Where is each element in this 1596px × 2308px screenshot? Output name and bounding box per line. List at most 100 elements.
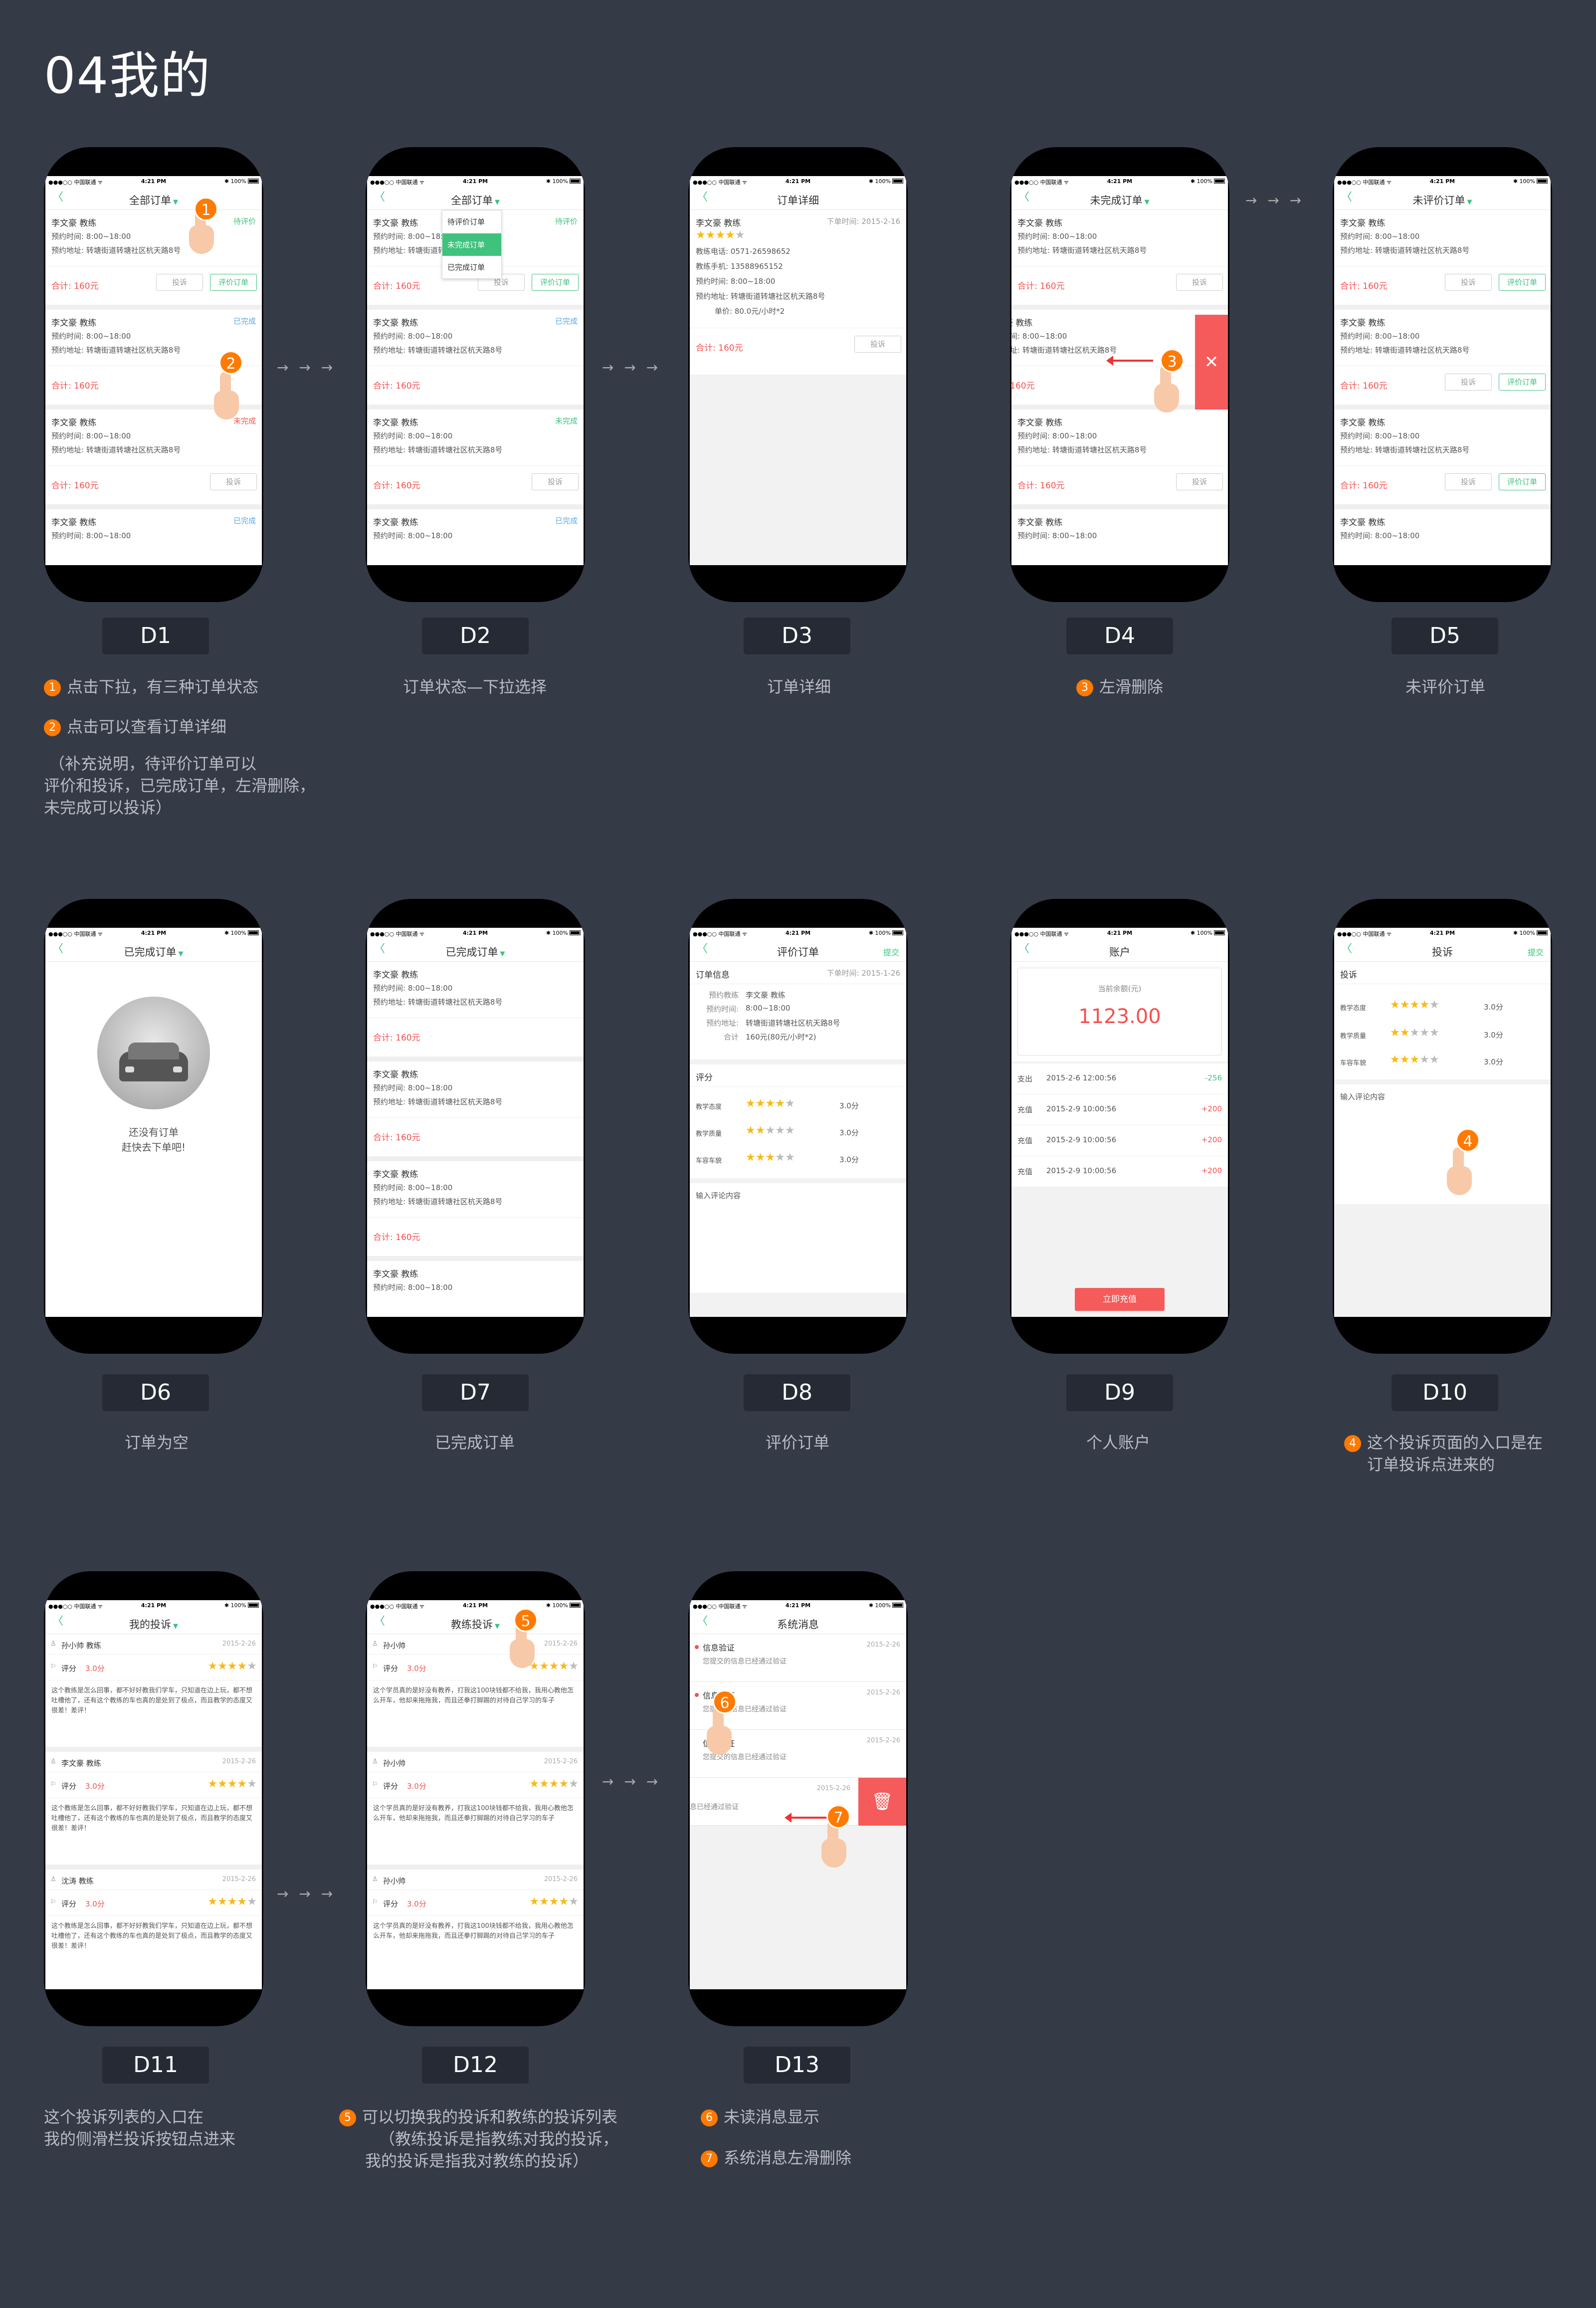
phone-d3: ●●●○○ 中国联通 ᯤ 4:21 PM ✱ 100% 〈订单详细 李文豪 教练 下…: [688, 147, 908, 602]
order-card[interactable]: 李文豪 教练 预约时间: 8:00~18:00 预约地址: 转塘街道转塘社区杭天路8…: [367, 1161, 584, 1261]
nav-title-dropdown[interactable]: 我的投诉 ▼: [45, 1617, 262, 1632]
complaint-item[interactable]: ♙ 沈涛 教练 2015-2-26 ⚐ 评分 3.0分 ★★★★★ 这个教练是怎么回事，…: [45, 1870, 262, 1987]
topup-button[interactable]: 立即充值: [1075, 1288, 1165, 1311]
order-card[interactable]: 李文豪 教练 预约时间: 8:00~18:00: [367, 1261, 584, 1317]
phone-d7: ●●●○○ 中国联通 ᯤ 4:21 PM ✱ 100% 〈已完成订单 ▼ 李文豪 教练…: [366, 899, 585, 1354]
complain-button[interactable]: 投诉: [854, 336, 901, 353]
complaint-item[interactable]: ♙ 孙小帅 教练 2015-2-26 ⚐ 评分 3.0分 ★★★★★ 这个教练是怎么回事…: [45, 1634, 262, 1752]
screen-label: D12: [422, 2047, 529, 2084]
caret-down-icon: ▼: [178, 950, 184, 958]
comment-input[interactable]: 输入评论内容: [690, 1183, 906, 1293]
description-d13: 6 未读消息显示 7 系统消息左滑删除: [701, 2106, 851, 2169]
step-badge: 7: [826, 1805, 850, 1829]
order-card[interactable]: 李文豪 教练 预约时间: 8:00~18:00 预约地址: 转塘街道转塘社区杭天路8…: [367, 962, 584, 1061]
status-bar: ●●●○○ 中国联通 ᯤ 4:21 PM ✱ 100%: [367, 176, 584, 186]
order-info-section: 订单信息 下单时间: 2015-1-26 预约教练 李文豪 教练 预约时间: 8:0…: [690, 962, 906, 1059]
complaint-item[interactable]: ♙ 李文豪 教练 2015-2-26 ⚐ 评分 3.0分 ★★★★★ 这个教练是怎么回事…: [45, 1752, 262, 1870]
complaint-item[interactable]: ♙ 孙小帅 2015-2-26 ⚐ 评分 3.0分 ★★★★★ 这个学员真的是好没有教养…: [367, 1752, 584, 1870]
nav-title-dropdown[interactable]: 教练投诉 ▼: [367, 1617, 584, 1632]
order-card[interactable]: 李文豪 教练 未完成 预约时间: 8:00~18:00 预约地址: 转塘街道转塘社区杭…: [45, 410, 262, 509]
complain-button[interactable]: 投诉: [1176, 473, 1223, 490]
dropdown-option-selected[interactable]: 未完成订单: [442, 233, 501, 256]
rating-stars-car[interactable]: ★★★★★: [1390, 1053, 1439, 1066]
order-card[interactable]: 李文豪 教练 已完成 预约时间: 8:00~18:00 预约地址: 转塘街道转塘社区杭…: [367, 310, 584, 410]
delete-action-button[interactable]: ✕: [1195, 315, 1228, 410]
status-bar: ●●●○○ 中国联通 ᯤ 4:21 PM ✱ 100%: [690, 176, 906, 186]
review-button[interactable]: 评价订单: [1499, 473, 1546, 490]
order-card[interactable]: 李文豪 教练 预约时间: 8:00~18:00 预约地址: 转塘街道转塘社区杭天路8…: [1011, 210, 1228, 310]
rating-stars: ★★★★★: [207, 1895, 257, 1908]
complaint-item[interactable]: ♙ 孙小帅 2015-2-26 ⚐ 评分 3.0分 ★★★★★ 这个学员真的是好没有教养…: [367, 1634, 584, 1752]
nav-bar: 〈教练投诉 ▼: [367, 1610, 584, 1634]
dropdown-option[interactable]: 待评价订单: [442, 210, 501, 233]
nav-title-dropdown[interactable]: 全部订单 ▼: [367, 193, 584, 208]
user-icon: ♙: [50, 1876, 56, 1883]
order-card[interactable]: 李文豪 教练 预约时间: 8:00~18:00 预约地址: 转塘街道转塘社区杭天路8…: [1334, 310, 1551, 410]
description-d10: 4 这个投诉页面的入口是在 订单投诉点进来的: [1344, 1432, 1543, 1475]
nav-title-dropdown[interactable]: 已完成订单 ▼: [367, 944, 584, 959]
flag-icon: ⚐: [372, 1898, 378, 1906]
dropdown-option[interactable]: 已完成订单: [442, 256, 501, 278]
step-badge: 5: [514, 1608, 538, 1632]
hand-pointer-icon: [210, 372, 240, 420]
screen-label: D11: [102, 2047, 209, 2084]
phone-d9: ●●●○○ 中国联通 ᯤ 4:21 PM ✱ 100% 〈账户 当前余额(元) 11…: [1010, 899, 1229, 1354]
screen-label: D10: [1392, 1374, 1498, 1411]
description-d1: 1 点击下拉，有三种订单状态 2 点击可以查看订单详细 （补充说明，待评价订单可以 …: [44, 677, 316, 817]
message-item-unread[interactable]: 信息验证2015-2-26 您提交的信息已经通过验证: [690, 1634, 906, 1682]
transaction-list: 支出 2015-2-6 12:00:56 -256 充值 2015-2-9 10:00…: [1011, 1063, 1228, 1187]
nav-title-dropdown[interactable]: 未评价订单 ▼: [1334, 193, 1551, 208]
order-card[interactable]: 李文豪 教练 预约时间: 8:00~18:00 预约地址: 转塘街道转塘社区杭天路8…: [1011, 410, 1228, 509]
nav-title-dropdown[interactable]: 全部订单 ▼: [45, 193, 262, 208]
step-badge: 3: [1160, 349, 1184, 373]
review-button[interactable]: 评价订单: [1499, 274, 1546, 291]
screen-d1: ●●●○○ 中国联通 ᯤ 4:21 PM ✱ 100% 〈全部订单 ▼ 李文豪 教练待…: [45, 176, 262, 565]
complain-button[interactable]: 投诉: [1445, 374, 1492, 391]
nav-title: 评价订单: [777, 946, 819, 958]
transaction-row[interactable]: 充值 2015-2-9 10:00:56 +200: [1011, 1094, 1228, 1125]
submit-button[interactable]: 提交: [1528, 946, 1544, 958]
nav-title-dropdown[interactable]: 未完成订单 ▼: [1011, 193, 1228, 208]
transaction-row[interactable]: 充值 2015-2-9 10:00:56 +200: [1011, 1156, 1228, 1187]
order-card[interactable]: 李文豪 教练 未完成 预约时间: 8:00~18:00 预约地址: 转塘街道转塘社区杭…: [367, 410, 584, 509]
transaction-row[interactable]: 支出 2015-2-6 12:00:56 -256: [1011, 1063, 1228, 1094]
phone-d6: ●●●○○ 中国联通 ᯤ 4:21 PM ✱ 100% 〈已完成订单 ▼ 还没有订单 …: [44, 899, 263, 1354]
complaint-item[interactable]: ♙ 孙小帅 2015-2-26 ⚐ 评分 3.0分 ★★★★★ 这个学员真的是好没有教养…: [367, 1870, 584, 1987]
status-bar: ●●●○○ 中国联通 ᯤ 4:21 PM ✱ 100%: [690, 928, 906, 938]
order-card[interactable]: 李文豪 教练 预约时间: 8:00~18:00 预约地址: 转塘街道转塘社区杭天路8…: [1334, 210, 1551, 310]
rating-stars-car[interactable]: ★★★★★: [746, 1151, 795, 1164]
complain-button[interactable]: 投诉: [1445, 274, 1492, 291]
order-card[interactable]: 李文豪 教练 已完成 预约时间: 8:00~18:00: [45, 509, 262, 565]
swipe-arrow-head: [785, 1813, 792, 1823]
status-bar: ●●●○○ 中国联通 ᯤ 4:21 PM ✱ 100%: [45, 1600, 262, 1610]
nav-title: 投诉: [1432, 946, 1453, 958]
transaction-row[interactable]: 充值 2015-2-9 10:00:56 +200: [1011, 1125, 1228, 1156]
step-badge: 4: [1456, 1128, 1480, 1152]
complain-button[interactable]: 投诉: [210, 473, 257, 490]
rating-stars-quality[interactable]: ★★★★★: [1390, 1027, 1439, 1039]
comment-input[interactable]: 输入评论内容: [1334, 1084, 1551, 1204]
order-card[interactable]: 李文豪 教练 已完成 预约时间: 8:00~18:00: [367, 509, 584, 565]
screen-d3: ●●●○○ 中国联通 ᯤ 4:21 PM ✱ 100% 〈订单详细 李文豪 教练 下…: [690, 176, 906, 565]
complain-button[interactable]: 投诉: [1445, 473, 1492, 490]
nav-title-dropdown[interactable]: 已完成订单 ▼: [45, 944, 262, 959]
review-button[interactable]: 评价订单: [532, 274, 579, 291]
rating-stars-quality[interactable]: ★★★★★: [746, 1124, 795, 1137]
order-card[interactable]: 李文豪 教练 预约时间: 8:00~18:00 预约地址: 转塘街道转塘社区杭天路8…: [1334, 410, 1551, 509]
complain-button[interactable]: 投诉: [532, 473, 579, 490]
flow-arrow: → → →: [602, 359, 661, 376]
submit-button[interactable]: 提交: [883, 946, 899, 958]
nav-title: 订单详细: [777, 195, 819, 207]
review-button[interactable]: 评价订单: [1499, 374, 1546, 391]
complain-button[interactable]: 投诉: [156, 274, 203, 291]
order-card[interactable]: 李文豪 教练 预约时间: 8:00~18:00: [1011, 509, 1228, 565]
order-card[interactable]: 李文豪 教练待评价预约时间: 8:00~18:00预约地址: 转塘街道转塘社区杭…: [45, 210, 262, 310]
order-card[interactable]: 李文豪 教练 预约时间: 8:00~18:00: [1334, 509, 1551, 565]
review-button[interactable]: 评价订单: [210, 274, 257, 291]
delete-action-button[interactable]: 🗑: [858, 1778, 906, 1826]
complain-button[interactable]: 投诉: [1176, 274, 1223, 291]
rating-stars-attitude[interactable]: ★★★★★: [746, 1097, 795, 1110]
rating-stars-attitude[interactable]: ★★★★★: [1390, 999, 1439, 1011]
order-card[interactable]: 李文豪 教练 预约时间: 8:00~18:00 预约地址: 转塘街道转塘社区杭天路8…: [367, 1061, 584, 1161]
nav-title: 系统消息: [777, 1619, 819, 1631]
